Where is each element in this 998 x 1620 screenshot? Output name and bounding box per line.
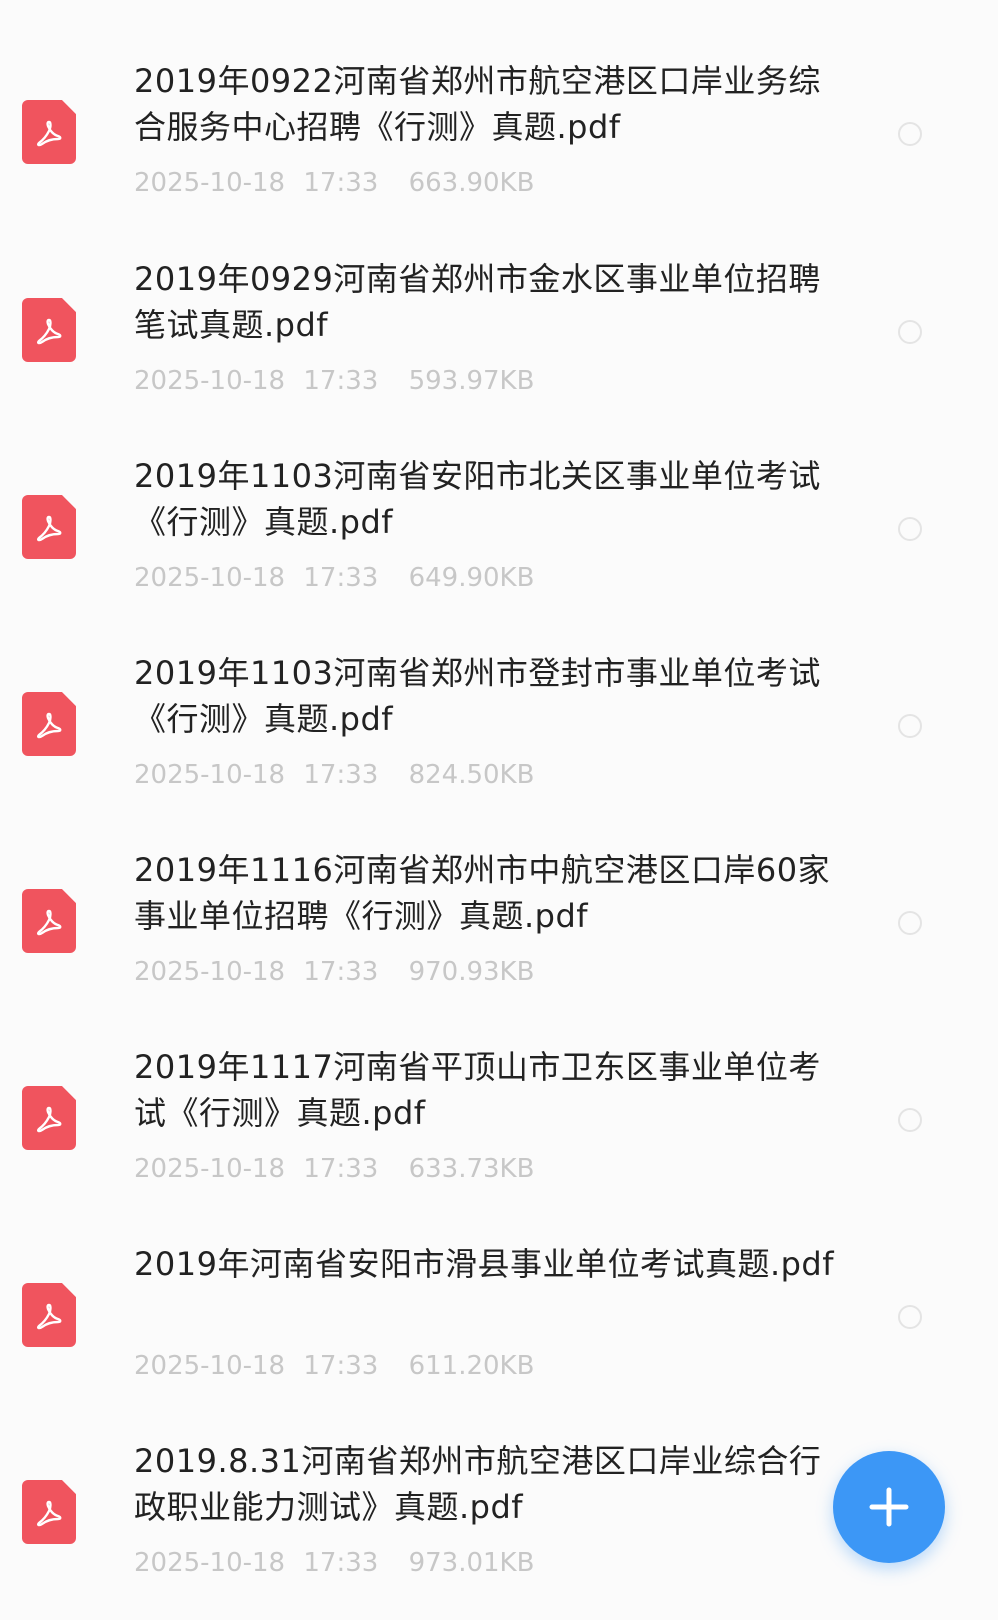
file-time: 17:33 — [303, 1548, 379, 1578]
file-row[interactable]: 2019年0922河南省郑州市航空港区口岸业务综合服务中心招聘《行测》真题.pd… — [0, 6, 998, 210]
pdf-icon — [22, 1283, 76, 1347]
file-time: 17:33 — [303, 957, 379, 987]
file-date: 2025-10-18 — [134, 1351, 286, 1381]
file-date: 2025-10-18 — [134, 168, 286, 198]
file-name: 2019年1103河南省安阳市北关区事业单位考试《行测》真题.pdf — [134, 457, 821, 541]
file-meta: 2025-10-18 17:33 970.93KB — [134, 957, 534, 987]
pdf-icon — [22, 692, 76, 756]
file-meta: 2025-10-18 17:33 633.73KB — [134, 1154, 534, 1184]
file-meta: 2025-10-18 17:33 593.97KB — [134, 366, 534, 396]
file-time: 17:33 — [303, 1154, 379, 1184]
file-name: 2019年河南省安阳市滑县事业单位考试真题.pdf — [134, 1245, 835, 1283]
add-button[interactable] — [833, 1451, 945, 1563]
plus-icon — [869, 1487, 909, 1527]
file-size: 593.97KB — [408, 366, 535, 396]
file-time: 17:33 — [303, 1351, 379, 1381]
select-checkbox[interactable] — [898, 320, 922, 344]
select-checkbox[interactable] — [898, 1305, 922, 1329]
file-size: 649.90KB — [408, 563, 535, 593]
pdf-icon — [22, 889, 76, 953]
file-row[interactable]: 2019年1103河南省郑州市登封市事业单位考试《行测》真题.pdf 2025-… — [0, 598, 998, 802]
pdf-icon — [22, 298, 76, 362]
file-name: 2019年0929河南省郑州市金水区事业单位招聘笔试真题.pdf — [134, 260, 821, 344]
select-checkbox[interactable] — [898, 1108, 922, 1132]
file-row[interactable]: 2019年0929河南省郑州市金水区事业单位招聘笔试真题.pdf 2025-10… — [0, 204, 998, 408]
file-time: 17:33 — [303, 563, 379, 593]
pdf-icon — [22, 495, 76, 559]
file-size: 633.73KB — [408, 1154, 535, 1184]
select-checkbox[interactable] — [898, 714, 922, 738]
file-date: 2025-10-18 — [134, 957, 286, 987]
file-name: 2019年1116河南省郑州市中航空港区口岸60家事业单位招聘《行测》真题.pd… — [134, 851, 831, 935]
file-meta: 2025-10-18 17:33 611.20KB — [134, 1351, 534, 1381]
file-size: 824.50KB — [408, 760, 535, 790]
file-name: 2019年1117河南省平顶山市卫东区事业单位考试《行测》真题.pdf — [134, 1048, 821, 1132]
pdf-icon — [22, 1086, 76, 1150]
file-row[interactable]: 2019年1103河南省安阳市北关区事业单位考试《行测》真题.pdf 2025-… — [0, 401, 998, 605]
file-name: 2019.8.31河南省郑州市航空港区口岸业综合行政职业能力测试》真题.pdf — [134, 1442, 822, 1526]
file-list: 2019年0922河南省郑州市航空港区口岸业务综合服务中心招聘《行测》真题.pd… — [0, 0, 998, 1620]
file-date: 2025-10-18 — [134, 760, 286, 790]
file-size: 663.90KB — [408, 168, 535, 198]
file-date: 2025-10-18 — [134, 1548, 286, 1578]
file-meta: 2025-10-18 17:33 973.01KB — [134, 1548, 534, 1578]
pdf-icon — [22, 1480, 76, 1544]
file-date: 2025-10-18 — [134, 1154, 286, 1184]
file-name: 2019年1103河南省郑州市登封市事业单位考试《行测》真题.pdf — [134, 654, 821, 738]
file-row[interactable]: 2019年1116河南省郑州市中航空港区口岸60家事业单位招聘《行测》真题.pd… — [0, 795, 998, 999]
file-size: 970.93KB — [408, 957, 535, 987]
file-date: 2025-10-18 — [134, 563, 286, 593]
select-checkbox[interactable] — [898, 517, 922, 541]
select-checkbox[interactable] — [898, 911, 922, 935]
file-time: 17:33 — [303, 366, 379, 396]
file-date: 2025-10-18 — [134, 366, 286, 396]
select-checkbox[interactable] — [898, 122, 922, 146]
file-time: 17:33 — [303, 760, 379, 790]
file-size: 611.20KB — [408, 1351, 535, 1381]
file-meta: 2025-10-18 17:33 824.50KB — [134, 760, 534, 790]
file-name: 2019年0922河南省郑州市航空港区口岸业务综合服务中心招聘《行测》真题.pd… — [134, 62, 821, 146]
pdf-icon — [22, 100, 76, 164]
file-meta: 2025-10-18 17:33 663.90KB — [134, 168, 534, 198]
file-time: 17:33 — [303, 168, 379, 198]
file-row[interactable]: 2019年河南省安阳市滑县事业单位考试真题.pdf 2025-10-18 17:… — [0, 1189, 998, 1393]
file-row[interactable]: 2019年1117河南省平顶山市卫东区事业单位考试《行测》真题.pdf 2025… — [0, 992, 998, 1196]
file-meta: 2025-10-18 17:33 649.90KB — [134, 563, 534, 593]
file-size: 973.01KB — [408, 1548, 535, 1578]
